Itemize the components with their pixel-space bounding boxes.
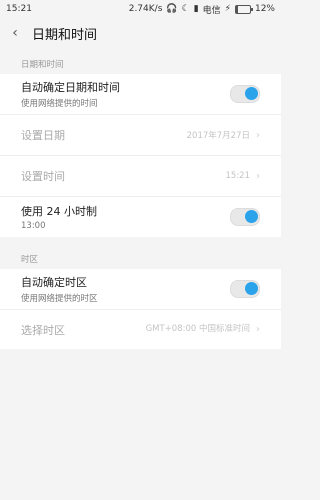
chevron-right-icon: › (256, 324, 260, 335)
auto-timezone-row[interactable]: 自动确定时区 使用网络提供的时区 (0, 269, 281, 310)
auto-datetime-title: 自动确定日期和时间 (21, 81, 120, 94)
auto-datetime-row[interactable]: 自动确定日期和时间 使用网络提供的时间 (0, 74, 281, 115)
app-header: ‹ 日期和时间 (0, 18, 281, 48)
auto-timezone-toggle[interactable] (230, 280, 260, 298)
moon-icon: ☾ (181, 4, 190, 14)
chevron-right-icon: › (256, 170, 260, 182)
set-time-title: 设置时间 (21, 170, 65, 183)
timezone-group: 自动确定时区 使用网络提供的时区 选择时区 GMT+08:00 中国标准时间 › (0, 269, 281, 349)
chevron-right-icon: › (256, 129, 260, 141)
net-speed: 2.74K/s (128, 4, 163, 14)
auto-timezone-title: 自动确定时区 (21, 276, 87, 289)
set-time-value: 15:21 (225, 171, 251, 181)
select-timezone-title: 选择时区 (21, 323, 65, 337)
page-title: 日期和时间 (32, 27, 98, 43)
headset-icon: 🎧 (166, 4, 178, 14)
use-24h-row[interactable]: 使用 24 小时制 13:00 (0, 197, 281, 237)
status-time: 15:21 (6, 4, 32, 14)
section-label-timezone: 时区 (21, 255, 39, 265)
auto-datetime-subtitle: 使用网络提供的时间 (21, 99, 98, 109)
set-time-row[interactable]: 设置时间 15:21 › (0, 156, 281, 197)
set-date-value: 2017年7月27日 (186, 131, 250, 141)
set-date-row[interactable]: 设置日期 2017年7月27日 › (0, 115, 281, 156)
select-timezone-row[interactable]: 选择时区 GMT+08:00 中国标准时间 › (0, 310, 281, 349)
battery-icon (234, 4, 253, 14)
auto-datetime-toggle[interactable] (230, 85, 260, 103)
auto-timezone-subtitle: 使用网络提供的时区 (21, 294, 98, 304)
section-label-datetime: 日期和时间 (21, 60, 64, 70)
use-24h-title: 使用 24 小时制 (21, 205, 97, 218)
back-icon[interactable]: ‹ (8, 25, 22, 41)
use-24h-subtitle: 13:00 (21, 221, 46, 231)
status-icons: 2.74K/s 🎧 ☾ ▮ 电信 ⚡ 12% (129, 3, 275, 16)
battery-percent: 12% (254, 4, 275, 14)
charging-icon: ⚡ (224, 4, 231, 14)
carrier-label: 电信 (202, 5, 221, 16)
select-timezone-value: GMT+08:00 中国标准时间 (145, 324, 250, 335)
datetime-group: 自动确定日期和时间 使用网络提供的时间 设置日期 2017年7月27日 › 设置… (0, 74, 281, 237)
signal-icon: ▮ (193, 4, 199, 14)
set-date-title: 设置日期 (21, 129, 65, 142)
status-bar: 15:21 2.74K/s 🎧 ☾ ▮ 电信 ⚡ 12% (0, 0, 281, 18)
use-24h-toggle[interactable] (230, 208, 260, 226)
